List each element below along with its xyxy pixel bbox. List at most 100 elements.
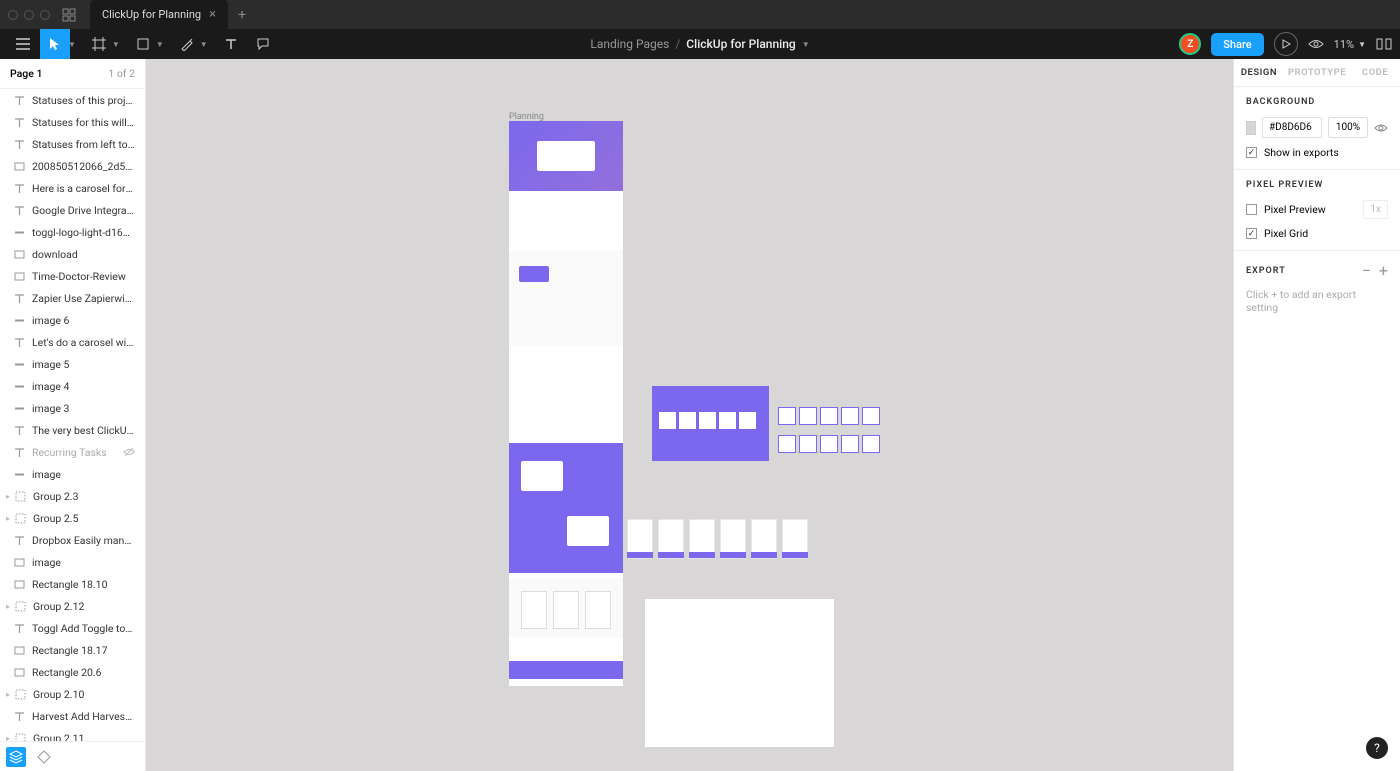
layer-text-icon <box>14 711 25 722</box>
inspect-tabs: DESIGN PROTOTYPE CODE <box>1234 59 1400 87</box>
bg-visibility-icon[interactable] <box>1374 123 1388 133</box>
text-tool[interactable] <box>216 29 246 59</box>
layer-row[interactable]: image 4 <box>0 375 145 397</box>
close-window[interactable] <box>8 10 18 20</box>
layer-row[interactable]: Statuses for this will be "Ope... <box>0 111 145 133</box>
shape-tool-dropdown[interactable]: ▼ <box>156 40 164 49</box>
canvas-integration-cards[interactable] <box>627 519 811 561</box>
frame-tool-dropdown[interactable]: ▼ <box>112 40 120 49</box>
assets-tab-button[interactable] <box>34 747 54 767</box>
layer-row[interactable]: Statuses of this project is "O... <box>0 89 145 111</box>
layer-row[interactable]: ▸Group 2.12 <box>0 595 145 617</box>
layer-row[interactable]: download <box>0 243 145 265</box>
layer-row[interactable]: Here is a carosel for the inte... <box>0 177 145 199</box>
window-tabs-icon[interactable] <box>62 8 76 22</box>
zoom-control[interactable]: 11% ▼ <box>1334 38 1366 51</box>
layer-row[interactable]: Zapier Use Zapierwith ClickU... <box>0 287 145 309</box>
breadcrumb-parent[interactable]: Landing Pages <box>590 37 669 51</box>
layer-group-icon <box>15 491 26 502</box>
tab-design[interactable]: DESIGN <box>1234 59 1284 86</box>
pixel-grid-checkbox[interactable] <box>1246 228 1257 239</box>
layer-row[interactable]: Rectangle 20.6 <box>0 661 145 683</box>
layer-row[interactable]: The very best ClickUp feature... <box>0 419 145 441</box>
page-header[interactable]: Page 1 1 of 2 <box>0 59 145 89</box>
layer-row[interactable]: 200850512066_2d5e268a3b... <box>0 155 145 177</box>
pixel-preview-section: PIXEL PREVIEW Pixel Preview 1x Pixel Gri… <box>1234 170 1400 251</box>
layer-row[interactable]: Recurring Tasks <box>0 441 145 463</box>
frame-tool[interactable] <box>84 29 114 59</box>
layers-tab-button[interactable] <box>6 747 26 767</box>
bg-opacity-input[interactable] <box>1328 117 1368 138</box>
breadcrumb-dropdown[interactable]: ▼ <box>802 40 810 49</box>
layer-label: download <box>32 248 78 261</box>
menu-button[interactable] <box>8 29 38 59</box>
export-add-icon[interactable]: + <box>1379 261 1388 280</box>
share-button[interactable]: Share <box>1211 33 1263 56</box>
canvas-cards-group[interactable] <box>778 407 878 457</box>
move-tool[interactable] <box>40 29 70 59</box>
export-title: EXPORT <box>1246 266 1286 276</box>
layer-row[interactable]: Statuses from left to right wil... <box>0 133 145 155</box>
pixel-preview-label: Pixel Preview <box>1264 203 1326 216</box>
user-avatar[interactable]: Z <box>1179 33 1201 55</box>
layer-text-icon <box>14 425 25 436</box>
layer-row[interactable]: Let's do a carosel with the cli... <box>0 331 145 353</box>
canvas[interactable]: Planning <box>146 59 1233 771</box>
present-button[interactable] <box>1274 32 1298 56</box>
layer-text-icon <box>14 205 25 216</box>
layer-row[interactable]: image 6 <box>0 309 145 331</box>
canvas-frame-blank[interactable] <box>645 599 834 747</box>
layer-group-icon <box>15 601 26 612</box>
layer-row[interactable]: ▸Group 2.3 <box>0 485 145 507</box>
layer-row[interactable]: Rectangle 18.17 <box>0 639 145 661</box>
canvas-frame-planning[interactable] <box>509 121 623 686</box>
tab-prototype[interactable]: PROTOTYPE <box>1284 59 1350 86</box>
shape-tool[interactable] <box>128 29 158 59</box>
layer-label: Google Drive Integrate Googl... <box>32 204 135 217</box>
tab-code[interactable]: CODE <box>1350 59 1400 86</box>
layer-row[interactable]: Time-Doctor-Review <box>0 265 145 287</box>
layer-text-icon <box>14 337 25 348</box>
move-tool-dropdown[interactable]: ▼ <box>68 40 76 49</box>
layer-list[interactable]: Statuses of this project is "O...Statuse… <box>0 89 145 741</box>
help-button[interactable]: ? <box>1366 737 1388 759</box>
view-options-icon[interactable] <box>1308 39 1324 49</box>
layer-row[interactable]: Rectangle 18.10 <box>0 573 145 595</box>
comment-tool[interactable] <box>248 29 278 59</box>
show-in-exports-checkbox[interactable] <box>1246 147 1257 158</box>
shortcuts-icon[interactable] <box>1376 38 1392 50</box>
breadcrumb-current[interactable]: ClickUp for Planning <box>686 37 795 51</box>
layer-label: Dropbox Easily manage and ... <box>32 534 135 547</box>
layer-label: Zapier Use Zapierwith ClickU... <box>32 292 135 305</box>
layer-row[interactable]: toggl-logo-light-d163e9870a... <box>0 221 145 243</box>
layer-hidden-icon[interactable] <box>123 447 135 457</box>
layer-row[interactable]: image 3 <box>0 397 145 419</box>
bg-color-swatch[interactable] <box>1246 121 1256 135</box>
new-tab-button[interactable]: + <box>238 7 246 23</box>
pen-tool[interactable] <box>172 29 202 59</box>
layer-row[interactable]: image 5 <box>0 353 145 375</box>
layer-row[interactable]: image <box>0 551 145 573</box>
layer-row[interactable]: ▸Group 2.11 <box>0 727 145 741</box>
layer-row[interactable]: Google Drive Integrate Googl... <box>0 199 145 221</box>
pixel-scale-select[interactable]: 1x <box>1363 200 1388 219</box>
export-collapse-icon[interactable]: − <box>1362 261 1371 280</box>
bg-hex-input[interactable] <box>1262 117 1322 138</box>
layer-row[interactable]: image <box>0 463 145 485</box>
minimize-window[interactable] <box>24 10 34 20</box>
canvas-frame-features[interactable] <box>652 386 769 461</box>
layer-row[interactable]: ▸Group 2.10 <box>0 683 145 705</box>
layer-image-icon <box>14 381 25 392</box>
file-tab[interactable]: ClickUp for Planning × <box>90 0 228 29</box>
layer-row[interactable]: Toggl Add Toggle to easily tr... <box>0 617 145 639</box>
layer-row[interactable]: Harvest Add Harvest to track... <box>0 705 145 727</box>
maximize-window[interactable] <box>40 10 50 20</box>
pixel-preview-checkbox[interactable] <box>1246 204 1257 215</box>
close-tab-icon[interactable]: × <box>209 7 216 22</box>
page-name: Page 1 <box>10 67 42 80</box>
window-controls <box>8 10 50 20</box>
layer-row[interactable]: ▸Group 2.5 <box>0 507 145 529</box>
layer-row[interactable]: Dropbox Easily manage and ... <box>0 529 145 551</box>
pen-tool-dropdown[interactable]: ▼ <box>200 40 208 49</box>
layer-label: Harvest Add Harvest to track... <box>32 710 135 723</box>
